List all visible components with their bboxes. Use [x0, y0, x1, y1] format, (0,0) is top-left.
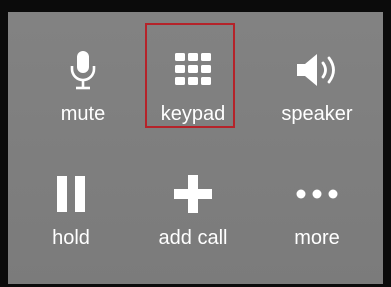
hold-label: hold [52, 227, 90, 249]
ellipsis-icon [262, 174, 372, 214]
microphone-icon [28, 50, 138, 90]
plus-icon [138, 174, 248, 214]
speaker-label: speaker [281, 103, 353, 125]
pause-icon [16, 174, 126, 214]
speaker-button[interactable]: speaker [262, 12, 372, 125]
add-call-button[interactable]: add call [138, 137, 248, 249]
speaker-icon [262, 50, 372, 90]
add-call-label: add call [158, 227, 228, 249]
more-label: more [294, 227, 340, 249]
more-button[interactable]: more [262, 137, 372, 249]
hold-button[interactable]: hold [16, 137, 126, 249]
mute-label: mute [60, 103, 106, 125]
keypad-highlight-box [145, 23, 235, 128]
mute-button[interactable]: mute [28, 12, 138, 125]
